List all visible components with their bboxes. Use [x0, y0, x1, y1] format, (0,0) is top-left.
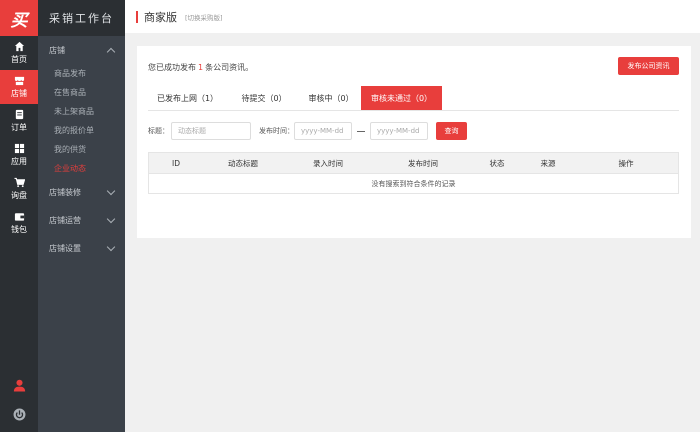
rail-item-home[interactable]: 首页	[0, 36, 38, 70]
order-icon	[14, 109, 25, 120]
chevron-down-icon	[106, 186, 116, 195]
publish-notice: 您已成功发布 1 条公司资讯。	[148, 62, 253, 73]
rail-item-wallet[interactable]: 钱包	[0, 206, 38, 240]
column-id[interactable]: ID	[149, 159, 203, 168]
nav-item-on-sale[interactable]: 在售商品	[38, 83, 125, 102]
rail-item-store[interactable]: 店铺	[0, 70, 38, 104]
nav-item-supply[interactable]: 我的供货	[38, 140, 125, 159]
rail-item-orders[interactable]: 订单	[0, 104, 38, 138]
nav-group-operations[interactable]: 店铺运营	[38, 206, 125, 234]
rail-item-label: 店铺	[11, 89, 27, 98]
user-button[interactable]	[0, 379, 38, 394]
empty-table-message: 没有搜索到符合条件的记录	[149, 173, 678, 193]
notice-suffix: 条公司资讯。	[205, 63, 254, 72]
app-brand: 采销工作台	[38, 0, 125, 36]
news-table: ID 动态标题 录入时间 发布时间 状态 来源 操作 没有搜索到符合条件的记录	[148, 152, 679, 194]
nav-item-quotes[interactable]: 我的报价单	[38, 121, 125, 140]
store-icon	[14, 75, 25, 86]
secondary-nav: 采销工作台 店铺 商品发布 在售商品 未上架商品 我的报价单 我的供货 企业动态…	[38, 0, 125, 432]
chevron-down-icon	[106, 214, 116, 223]
nav-group-label: 店铺装修	[49, 187, 81, 197]
rail-item-label: 首页	[11, 55, 27, 64]
nav-group-settings[interactable]: 店铺设置	[38, 234, 125, 262]
cart-icon	[13, 177, 25, 188]
rail-item-label: 钱包	[11, 225, 27, 234]
logo[interactable]: 买	[0, 0, 38, 36]
date-from-input[interactable]: yyyy-MM-dd	[294, 122, 352, 140]
nav-item-product-publish[interactable]: 商品发布	[38, 64, 125, 83]
user-icon	[13, 379, 26, 394]
search-button[interactable]: 查询	[436, 122, 467, 140]
rail-item-apps[interactable]: 应用	[0, 138, 38, 172]
notice-prefix: 您已成功发布	[148, 63, 196, 72]
wallet-icon	[14, 211, 25, 222]
column-entry-time[interactable]: 录入时间	[283, 158, 373, 169]
status-tabs: 已发布上网（1） 待提交（0） 审核中（0） 审核未通过（0）	[148, 86, 679, 111]
tab-rejected[interactable]: 审核未通过（0）	[361, 86, 442, 110]
rail-item-inquiry[interactable]: 询盘	[0, 172, 38, 206]
tab-published[interactable]: 已发布上网（1）	[148, 86, 227, 110]
rail-item-label: 应用	[11, 157, 27, 166]
publish-news-button[interactable]: 发布公司资讯	[618, 57, 679, 75]
title-filter-label: 标题：	[148, 127, 169, 135]
nav-group-label: 店铺设置	[49, 243, 81, 253]
column-status[interactable]: 状态	[473, 158, 521, 169]
apps-icon	[14, 143, 25, 154]
rail-item-label: 订单	[11, 123, 27, 132]
column-publish-time[interactable]: 发布时间	[373, 158, 473, 169]
rail-item-label: 询盘	[11, 191, 27, 200]
icon-rail: 买 首页 店铺 订单 应用 询盘 钱包	[0, 0, 38, 432]
chevron-up-icon	[106, 47, 116, 56]
logout-button[interactable]	[0, 408, 38, 423]
tab-pending-submit[interactable]: 待提交（0）	[227, 86, 301, 110]
date-to-input[interactable]: yyyy-MM-dd	[370, 122, 428, 140]
column-source[interactable]: 来源	[521, 158, 575, 169]
nav-group-label: 店铺	[49, 45, 65, 55]
title-search-input[interactable]: 动态标题	[171, 122, 251, 140]
date-filter-label: 发布时间：	[259, 127, 294, 135]
chevron-down-icon	[106, 242, 116, 251]
nav-item-company-news[interactable]: 企业动态	[38, 159, 125, 178]
nav-group-decoration[interactable]: 店铺装修	[38, 178, 125, 206]
nav-item-unlisted[interactable]: 未上架商品	[38, 102, 125, 121]
switch-mode-link[interactable]: [切换采购版]	[185, 12, 223, 22]
nav-group-store[interactable]: 店铺	[38, 36, 125, 64]
filter-bar: 标题： 动态标题 发布时间： yyyy-MM-dd yyyy-MM-dd 查询	[148, 122, 467, 140]
notice-count: 1	[198, 63, 204, 72]
page-header: 商家版 [切换采购版]	[125, 0, 700, 33]
column-actions: 操作	[618, 158, 634, 168]
page-title: 商家版	[144, 10, 177, 24]
content-panel: 您已成功发布 1 条公司资讯。 发布公司资讯 已发布上网（1） 待提交（0） 审核中…	[137, 46, 691, 238]
power-icon	[13, 408, 26, 423]
table-header: ID 动态标题 录入时间 发布时间 状态 来源 操作	[149, 153, 678, 173]
column-title[interactable]: 动态标题	[203, 158, 283, 169]
nav-group-label: 店铺运营	[49, 215, 81, 225]
date-range-dash	[357, 130, 365, 132]
title-accent-bar	[136, 10, 138, 23]
tab-in-review[interactable]: 审核中（0）	[301, 86, 361, 110]
home-icon	[14, 41, 25, 52]
